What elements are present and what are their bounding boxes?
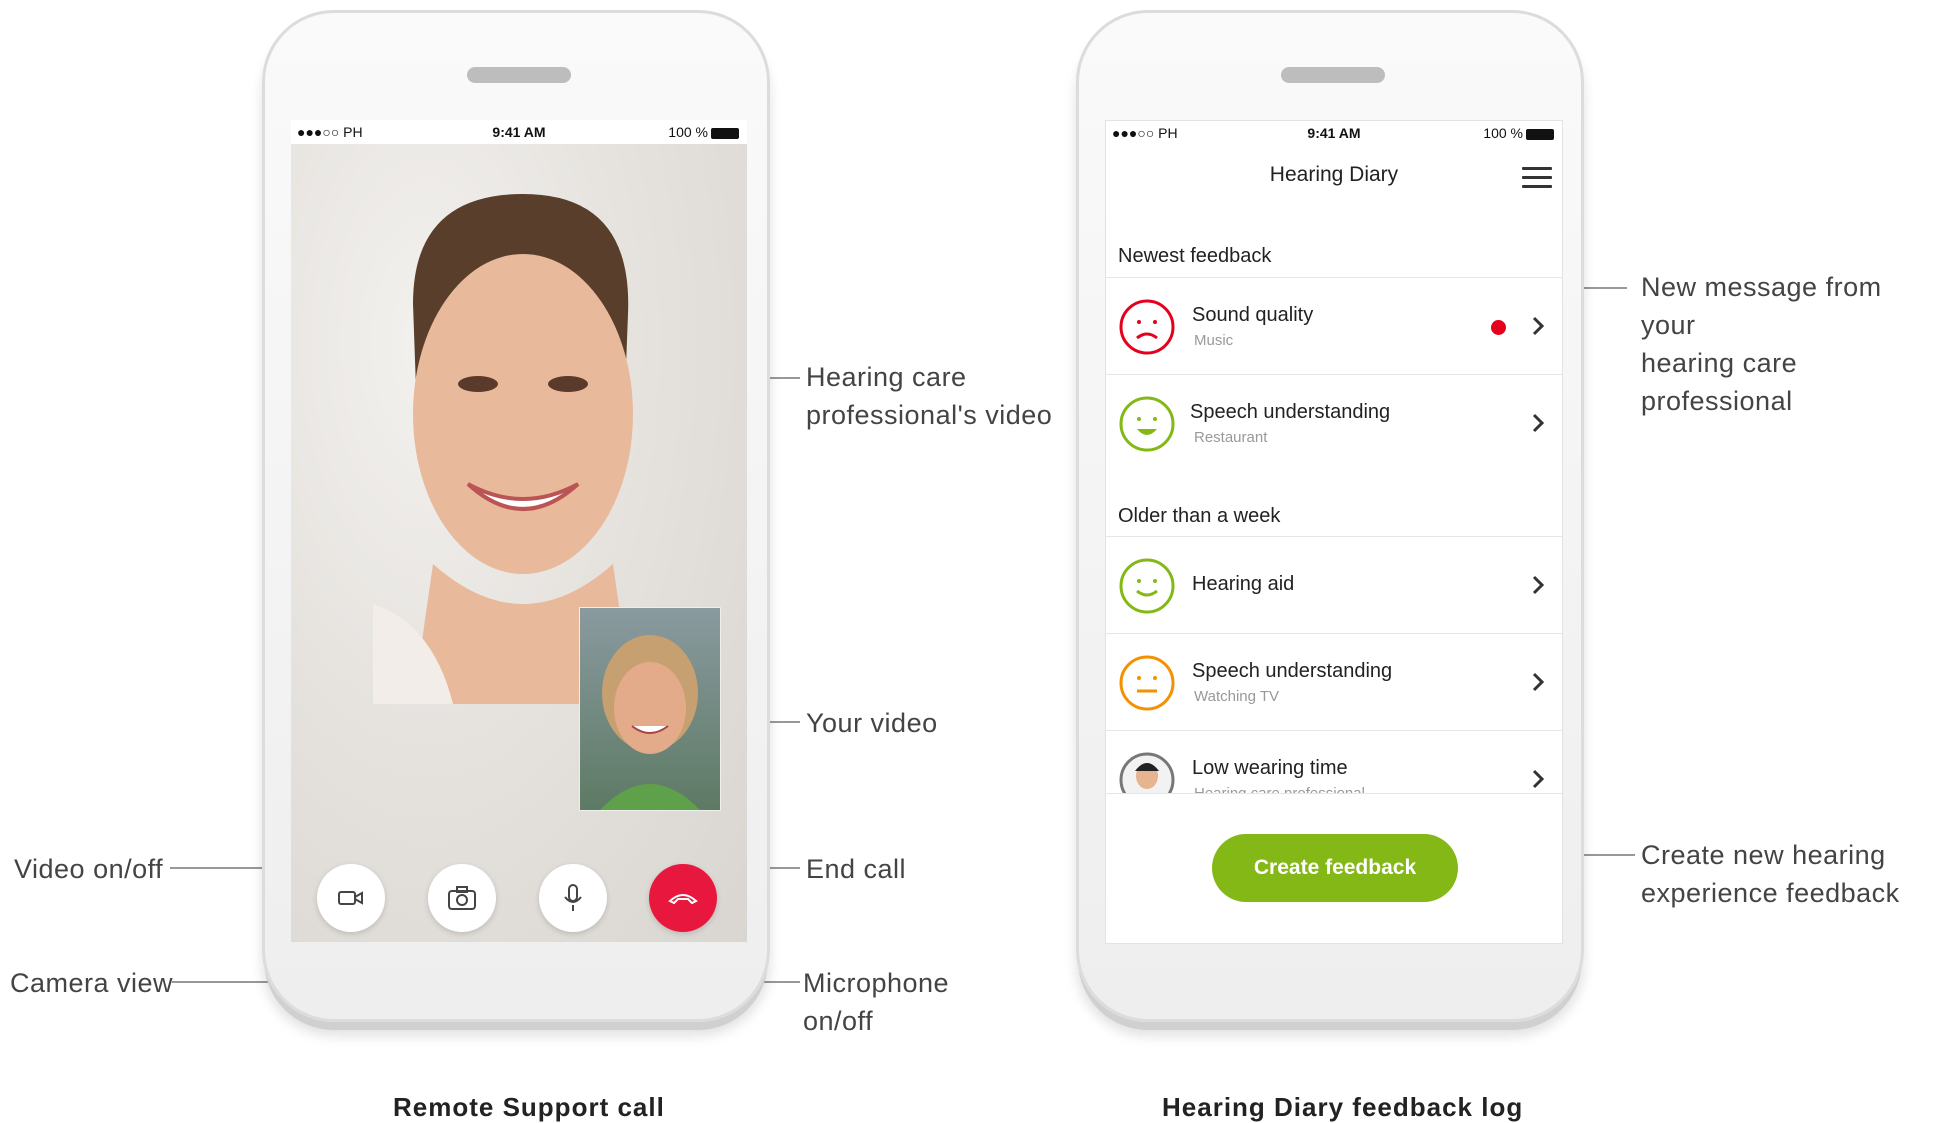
bottom-action-area: Create feedback: [1106, 793, 1562, 943]
sad-face-icon: [1119, 299, 1175, 355]
annotation-hcp-video: Hearing care professional's video: [806, 358, 1052, 434]
phone-hearing-diary: ●●●○○ PH 9:41 AM 100 % Hearing Diary New…: [1076, 10, 1584, 1022]
item-subtitle: Restaurant: [1194, 429, 1268, 446]
annotation-line-1: Microphone: [803, 968, 950, 998]
chevron-right-icon: [1532, 769, 1545, 789]
list-scroll-edge: Low wearing time Hearing care profession…: [1106, 727, 1562, 793]
item-subtitle: Watching TV: [1194, 688, 1280, 705]
item-title: Speech understanding: [1190, 401, 1391, 423]
user-portrait: [600, 635, 700, 810]
create-feedback-button[interactable]: Create feedback: [1212, 834, 1458, 902]
feedback-item-speech-restaurant[interactable]: Speech understanding Restaurant: [1106, 374, 1562, 471]
item-title: Hearing aid: [1192, 573, 1295, 595]
annotation-video-toggle: Video on/off: [14, 854, 164, 884]
new-message-indicator: [1491, 320, 1506, 335]
hang-up-icon: [668, 894, 698, 905]
annotation-microphone: Microphone on/off: [803, 964, 949, 1040]
page-title: Hearing Diary: [1269, 163, 1399, 186]
battery-label: 100 %: [1483, 125, 1523, 141]
camera-switch-button[interactable]: [428, 864, 496, 932]
chevron-right-icon: [1532, 413, 1545, 433]
annotation-line-1: Hearing care: [806, 362, 967, 392]
phone-remote-support: ●●●○○ PH 9:41 AM 100 %: [262, 10, 770, 1022]
item-title: Low wearing time: [1192, 757, 1348, 779]
annotation-line-2: on/off: [803, 1006, 874, 1036]
hamburger-menu-icon[interactable]: [1522, 167, 1552, 189]
annotation-create-new: Create new hearing experience feedback: [1641, 836, 1900, 912]
caption-hearing-diary: Hearing Diary feedback log: [1162, 1092, 1524, 1122]
neutral-face-icon: [1119, 655, 1175, 711]
smile-face-icon: [1119, 558, 1175, 614]
professional-avatar-icon: [1119, 752, 1175, 793]
app-header: Hearing Diary: [1106, 145, 1562, 215]
annotation-line-1: New message from your: [1641, 272, 1882, 340]
camera-switch-icon: [448, 886, 476, 910]
status-bar: ●●●○○ PH 9:41 AM 100 %: [1106, 121, 1562, 145]
battery-status: 100 %: [668, 124, 739, 140]
phone-speaker: [1281, 67, 1385, 83]
battery-icon: [1526, 128, 1554, 140]
annotation-end-call: End call: [806, 854, 907, 884]
video-call-screen: ●●●○○ PH 9:41 AM 100 %: [291, 120, 747, 942]
chevron-right-icon: [1532, 672, 1545, 692]
happy-face-icon: [1119, 396, 1175, 452]
section-newest-feedback: Newest feedback: [1118, 245, 1272, 267]
battery-status: 100 %: [1483, 125, 1554, 141]
hearing-diary-screen: ●●●○○ PH 9:41 AM 100 % Hearing Diary New…: [1105, 120, 1563, 944]
caption-remote-support: Remote Support call: [393, 1092, 665, 1122]
your-video-feed: [579, 607, 721, 811]
section-older-than-week: Older than a week: [1118, 505, 1281, 527]
annotation-your-video: Your video: [806, 708, 938, 738]
item-title: Speech understanding: [1192, 660, 1393, 682]
annotation-new-message: New message from your hearing care profe…: [1641, 268, 1944, 420]
video-toggle-button[interactable]: [317, 864, 385, 932]
feedback-item-speech-tv[interactable]: Speech understanding Watching TV: [1106, 633, 1562, 730]
video-camera-icon: [338, 891, 363, 905]
feedback-item-sound-quality[interactable]: Sound quality Music: [1106, 277, 1562, 374]
chevron-right-icon: [1532, 316, 1545, 336]
hcp-video-feed: [291, 144, 747, 942]
microphone-icon: [564, 884, 582, 911]
annotation-line-2: professional's video: [806, 400, 1053, 430]
item-subtitle: Hearing care professional: [1194, 785, 1365, 793]
status-bar: ●●●○○ PH 9:41 AM 100 %: [291, 120, 747, 144]
battery-icon: [711, 127, 739, 139]
annotation-camera-view: Camera view: [10, 968, 174, 998]
microphone-button[interactable]: [539, 864, 607, 932]
annotation-line-1: Create new hearing: [1641, 840, 1886, 870]
item-title: Sound quality: [1192, 304, 1314, 326]
annotation-line-2: hearing care professional: [1641, 348, 1798, 416]
item-subtitle: Music: [1194, 332, 1234, 349]
phone-speaker: [467, 67, 571, 83]
chevron-right-icon: [1532, 575, 1545, 595]
feedback-item-low-wearing-time[interactable]: Low wearing time Hearing care profession…: [1106, 730, 1562, 793]
end-call-button[interactable]: [649, 864, 717, 932]
battery-label: 100 %: [668, 124, 708, 140]
annotation-line-2: experience feedback: [1641, 878, 1900, 908]
feedback-item-hearing-aid[interactable]: Hearing aid: [1106, 536, 1562, 633]
